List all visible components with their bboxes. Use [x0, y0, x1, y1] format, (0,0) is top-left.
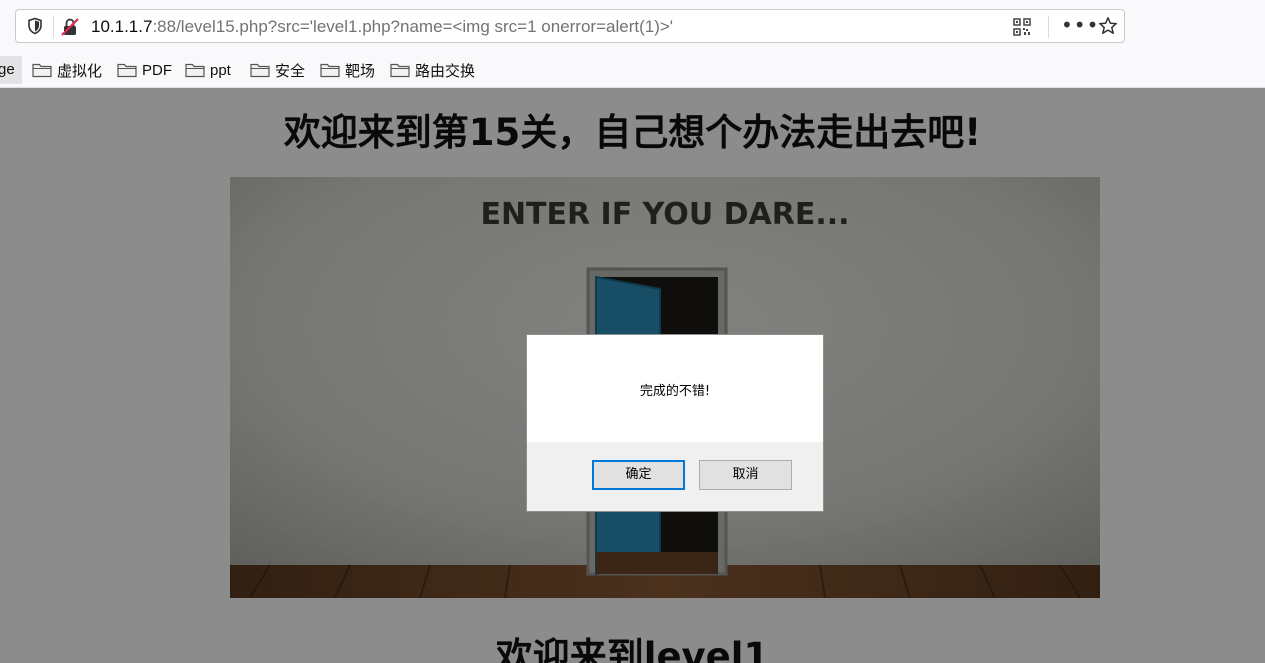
page-content: 欢迎来到第15关，自己想个办法走出去吧! ENTER IF YOU DARE..…: [0, 88, 1265, 663]
url-host: 10.1.1.7: [91, 17, 153, 36]
bookmark-folder-pdf[interactable]: PDF: [117, 58, 172, 82]
qr-code-icon[interactable]: [1012, 17, 1032, 37]
shield-icon[interactable]: [26, 17, 44, 35]
insecure-lock-icon[interactable]: [60, 17, 80, 37]
bookmark-label: 安全: [275, 62, 306, 80]
urlbar-separator: [1048, 16, 1049, 38]
bookmark-label: ppt: [210, 61, 231, 79]
bookmarks-toolbar: ge 虚拟化 PDF ppt 安全 靶场 路由交换: [0, 54, 1265, 88]
bookmark-folder-range[interactable]: 靶场: [320, 58, 375, 82]
folder-icon: [320, 63, 340, 78]
more-icon[interactable]: •••: [1061, 13, 1099, 37]
cancel-button[interactable]: 取消: [699, 460, 792, 490]
bookmark-folder-routing[interactable]: 路由交换: [390, 58, 475, 82]
star-icon[interactable]: [1098, 16, 1118, 36]
ok-button[interactable]: 确定: [592, 460, 685, 490]
folder-icon: [117, 63, 137, 78]
dialog-message: 完成的不错!: [639, 384, 711, 399]
folder-icon: [390, 63, 410, 78]
confirm-dialog: 完成的不错! 确定 取消: [526, 334, 824, 512]
browser-toolbar: 10.1.1.7:88/level15.php?src='level1.php?…: [0, 0, 1265, 54]
bookmark-item-partial[interactable]: ge: [0, 56, 22, 84]
folder-icon: [250, 63, 270, 78]
bookmark-label: 虚拟化: [57, 62, 103, 80]
address-bar[interactable]: 10.1.1.7:88/level15.php?src='level1.php?…: [15, 9, 1125, 43]
url-path: :88/level15.php?src='level1.php?name=<im…: [152, 17, 674, 36]
dialog-body: 完成的不错!: [527, 335, 823, 442]
url-text[interactable]: 10.1.1.7:88/level15.php?src='level1.php?…: [91, 16, 673, 38]
folder-icon: [185, 63, 205, 78]
bookmark-folder-virtualization[interactable]: 虚拟化: [32, 58, 102, 82]
bookmark-folder-ppt[interactable]: ppt: [185, 58, 231, 82]
urlbar-separator: [53, 16, 54, 38]
bookmark-label: 靶场: [345, 62, 376, 80]
bookmark-folder-security[interactable]: 安全: [250, 58, 305, 82]
folder-icon: [32, 63, 52, 78]
bookmark-label: 路由交换: [415, 62, 476, 80]
bookmark-label: PDF: [142, 61, 172, 79]
